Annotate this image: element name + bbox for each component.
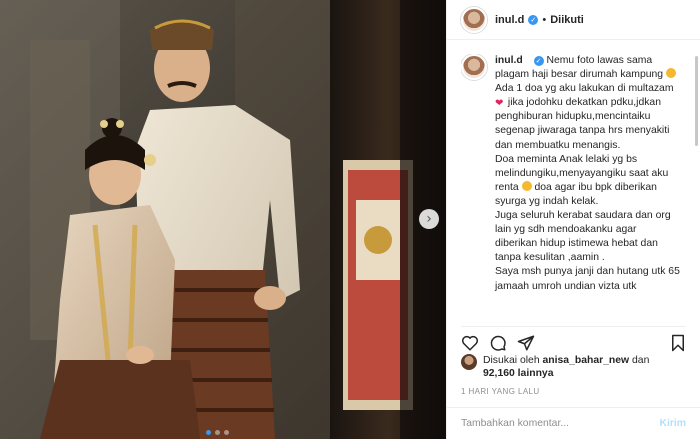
heart-icon[interactable] [461,334,479,352]
bookmark-icon[interactable] [670,334,686,352]
separator-dot: • [542,13,547,26]
caption-line: Ada 1 doa yg aku lakukan di multazam [495,83,674,95]
post-timestamp[interactable]: 1 HARI YANG LALU [461,387,540,396]
comment-input[interactable] [461,418,660,429]
action-bar [461,326,686,352]
caption-scrollbar[interactable] [695,56,698,146]
verified-badge-icon: ✓ [528,14,539,25]
post-username[interactable]: inul.d [495,14,524,26]
caption-text: inul.d ✓ Nemu foto lawas sama plagam haj… [495,54,681,316]
caption-line: Saya msh punya janji dan hutang utk 65 j… [495,266,680,292]
post-comment-button[interactable]: Kirim [659,418,686,429]
next-photo-button[interactable]: › [419,209,439,229]
share-icon[interactable] [517,334,535,352]
carousel-dot [215,430,220,435]
post-side-panel: inul.d ✓ • Diikuti inul.d ✓ Nemu foto la… [446,0,700,439]
likes-suffix[interactable]: lainnya [518,368,554,379]
post-header: inul.d ✓ • Diikuti [447,0,700,40]
follow-status-button[interactable]: Diikuti [550,14,584,26]
caption-line: Juga seluruh kerabat saudara dan org lai… [495,210,671,264]
verified-badge-icon: ✓ [533,56,544,66]
caption-username[interactable]: inul.d [495,55,523,66]
avatar[interactable] [461,6,487,33]
post-photo[interactable]: › [0,0,446,439]
comment-icon[interactable] [489,334,507,352]
caption-line: jika jodohku dekatkan pdku,jdkan penghib… [495,97,670,151]
avatar[interactable] [461,354,477,370]
likes-connector: dan [632,355,650,366]
caption-line: doa agar ibu bpk diberikan syurga yg ind… [495,181,657,207]
likes-count-link[interactable]: 92,160 [483,368,515,379]
grinning-emoji-icon [665,68,676,79]
avatar[interactable] [461,54,487,80]
wedding-photo-image [0,0,446,439]
carousel-dot [224,430,229,435]
carousel-dot [206,430,211,435]
caption-section: inul.d ✓ Nemu foto lawas sama plagam haj… [461,54,694,316]
carousel-indicator [206,430,229,435]
likes-prefix: Disukai oleh [483,355,540,366]
heart-emoji-icon: ❤ [495,98,504,110]
comment-form: Kirim [447,407,700,439]
liked-by-user-link[interactable]: anisa_bahar_new [543,355,630,366]
likes-summary: Disukai oleh anisa_bahar_new dan 92,160 … [461,354,686,380]
crying-emoji-icon [521,180,532,191]
